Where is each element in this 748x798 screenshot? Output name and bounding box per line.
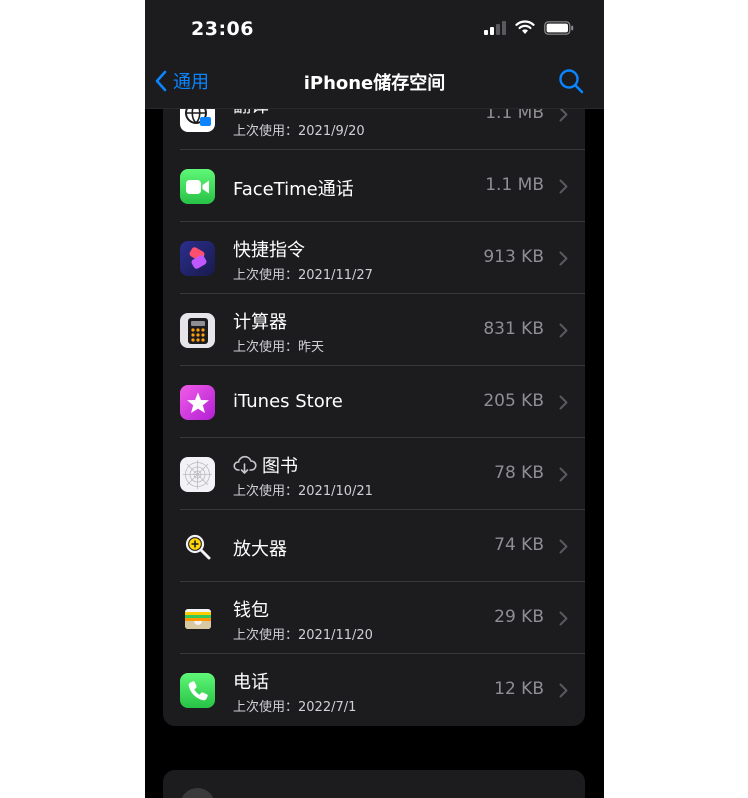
list-item[interactable]: iTunes Store 205 KB <box>163 366 585 438</box>
list-item[interactable]: 图书 上次使用：2021/10/21 78 KB <box>163 438 585 510</box>
list-item[interactable]: 电话 上次使用：2022/7/1 12 KB <box>163 654 585 726</box>
chevron-right-icon <box>559 107 568 122</box>
gear-icon <box>180 788 215 798</box>
last-used-date: 上次使用：2022/7/1 <box>233 700 357 715</box>
chevron-right-icon <box>559 683 568 698</box>
chevron-right-icon <box>559 539 568 554</box>
list-item[interactable]: 快捷指令 上次使用：2021/11/27 913 KB <box>163 222 585 294</box>
system-storage-list <box>163 770 585 798</box>
battery-icon <box>544 20 574 35</box>
app-storage-list: 翻译 上次使用：2021/9/20 1.1 MB FaceTime通话 1.1 … <box>163 78 585 726</box>
app-name: iTunes Store <box>233 391 343 412</box>
list-item[interactable]: 钱包 上次使用：2021/11/20 29 KB <box>163 582 585 654</box>
app-name: FaceTime通话 <box>233 179 354 200</box>
app-size: 913 KB <box>483 247 544 267</box>
status-time: 23:06 <box>191 18 254 40</box>
cellular-signal-icon <box>484 20 506 35</box>
app-size: 1.1 MB <box>485 175 544 195</box>
last-used-date: 上次使用：2021/10/21 <box>233 484 373 499</box>
last-used-date: 上次使用：2021/11/20 <box>233 628 373 643</box>
app-name: 放大器 <box>233 539 287 560</box>
wifi-icon <box>515 20 535 34</box>
app-name: 钱包 <box>233 600 269 621</box>
last-used-date: 上次使用：2021/9/20 <box>233 124 365 139</box>
list-item[interactable]: 计算器 上次使用：昨天 831 KB <box>163 294 585 366</box>
app-size: 74 KB <box>494 535 544 555</box>
itunes-store-icon <box>180 385 215 420</box>
phone-icon <box>180 673 215 708</box>
status-bar: 23:06 <box>145 0 604 56</box>
chevron-right-icon <box>559 395 568 410</box>
app-size: 831 KB <box>483 319 544 339</box>
last-used-date: 上次使用：昨天 <box>233 340 325 355</box>
app-name: 计算器 <box>233 312 287 333</box>
search-icon[interactable] <box>558 68 584 94</box>
shortcuts-icon <box>180 241 215 276</box>
app-size: 12 KB <box>494 679 544 699</box>
list-item[interactable]: FaceTime通话 1.1 MB <box>163 150 585 222</box>
wallet-icon <box>180 601 215 636</box>
app-size: 205 KB <box>483 391 544 411</box>
app-size: 78 KB <box>494 463 544 483</box>
calculator-icon <box>180 313 215 348</box>
last-used-date: 上次使用：2021/11/27 <box>233 268 373 283</box>
chevron-right-icon <box>559 467 568 482</box>
app-name: 电话 <box>233 672 269 693</box>
phone-screen: 23:06 通用 iPhone储存空间 上次使用：2021/9/20 1.1 M… <box>145 0 604 798</box>
app-name: 快捷指令 <box>233 240 305 261</box>
page-title: iPhone储存空间 <box>303 73 446 94</box>
navigation-bar: 通用 iPhone储存空间 <box>145 56 604 109</box>
app-size: 29 KB <box>494 607 544 627</box>
content-area: 翻译 上次使用：2021/9/20 1.1 MB FaceTime通话 1.1 … <box>145 78 604 798</box>
books-icon <box>180 457 215 492</box>
chevron-right-icon <box>559 611 568 626</box>
list-item[interactable]: 放大器 74 KB <box>163 510 585 582</box>
chevron-right-icon <box>559 179 568 194</box>
icloud-download-icon <box>233 455 257 474</box>
chevron-right-icon <box>559 251 568 266</box>
chevron-right-icon <box>559 323 568 338</box>
app-name: 图书 <box>262 456 298 477</box>
facetime-icon <box>180 169 215 204</box>
magnifier-icon <box>180 529 215 564</box>
